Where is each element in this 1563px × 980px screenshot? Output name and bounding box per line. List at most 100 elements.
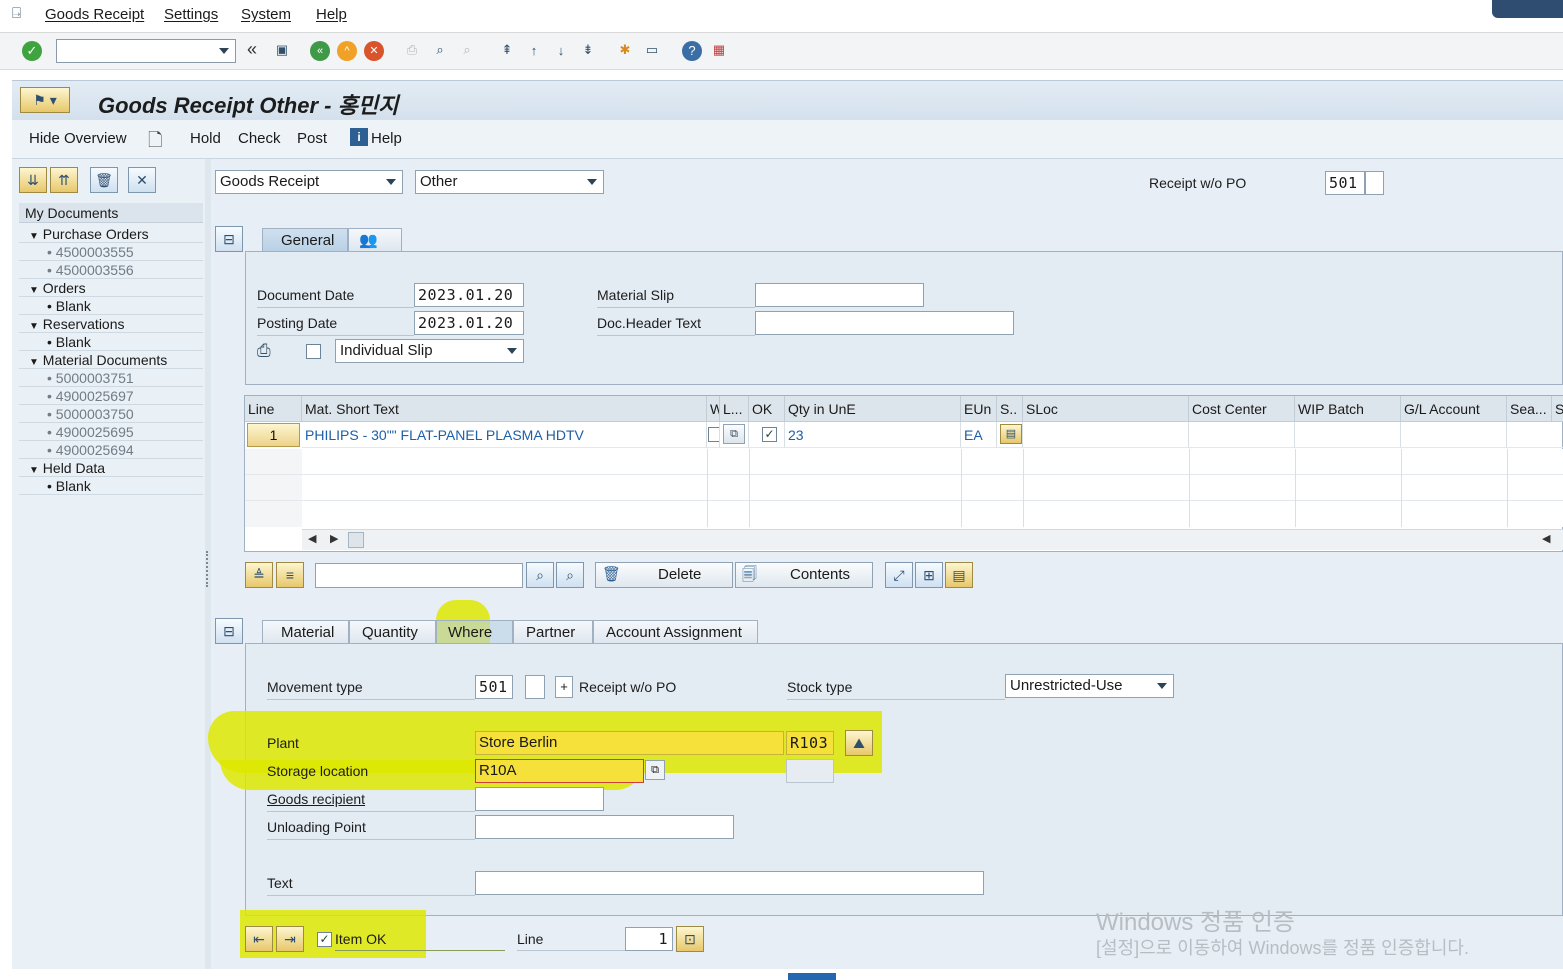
tree-item[interactable]: • 4900025697: [19, 387, 203, 405]
stock-overview-icon[interactable]: ▤: [945, 562, 973, 588]
table-cell[interactable]: [1189, 422, 1295, 448]
scroll-thumb[interactable]: [348, 532, 364, 548]
posting-date-input[interactable]: 2023.01.20: [414, 311, 524, 335]
customize-layout-icon[interactable]: ▦: [709, 40, 729, 60]
close-icon[interactable]: ✕: [128, 167, 156, 193]
go-to-line-icon[interactable]: ⊡: [676, 926, 704, 952]
tree-item[interactable]: • Blank: [19, 477, 203, 495]
tab-material[interactable]: Material: [262, 620, 349, 644]
hierarchy-icon[interactable]: ⊞: [915, 562, 943, 588]
find-next-icon[interactable]: ⌕: [457, 40, 477, 60]
menu-goods-receipt[interactable]: Goods Receipt: [45, 6, 144, 23]
document-date-input[interactable]: 2023.01.20: [414, 283, 524, 307]
next-item-icon[interactable]: ⇥: [276, 926, 304, 952]
plant-details-icon[interactable]: ⛰: [845, 730, 873, 756]
table-row[interactable]: [245, 475, 1563, 501]
new-document-icon[interactable]: 🗋: [148, 128, 162, 158]
last-page-icon[interactable]: ⇟: [578, 40, 598, 60]
back-icon[interactable]: «: [310, 41, 330, 61]
table-cell[interactable]: [707, 422, 720, 448]
menu-system[interactable]: System: [241, 6, 291, 23]
quantity-cell[interactable]: 23: [785, 422, 961, 448]
reference-select[interactable]: Other: [415, 170, 604, 194]
find-next-icon[interactable]: ⌕: [556, 562, 584, 588]
unloading-point-input[interactable]: [475, 815, 734, 839]
double-chevron-left-icon[interactable]: «: [247, 39, 257, 60]
tree-group-material-documents[interactable]: ▼ Material Documents: [19, 351, 203, 369]
column-header[interactable]: G/L Account: [1401, 396, 1507, 422]
row-selector[interactable]: 1: [247, 423, 300, 447]
new-session-icon[interactable]: ✱: [615, 40, 635, 60]
material-slip-input[interactable]: [755, 283, 924, 307]
item-search-input[interactable]: [315, 563, 523, 588]
transaction-select[interactable]: Goods Receipt: [215, 170, 403, 194]
command-field[interactable]: [56, 39, 236, 63]
scroll-end-icon[interactable]: ◀: [1542, 532, 1550, 545]
header-toggle-icon[interactable]: ⊟: [215, 226, 243, 252]
w-checkbox[interactable]: [708, 427, 719, 442]
column-header[interactable]: S: [1552, 396, 1563, 422]
column-header[interactable]: Line: [245, 396, 302, 422]
doc-header-text-input[interactable]: [755, 311, 1014, 335]
enter-icon[interactable]: ✓: [22, 41, 42, 61]
contents-button[interactable]: 🗐 Contents: [735, 562, 873, 588]
column-header[interactable]: W: [707, 396, 720, 422]
info-icon[interactable]: i: [350, 128, 368, 146]
special-stock-input[interactable]: [525, 675, 545, 699]
table-row[interactable]: [245, 501, 1563, 527]
line-number-input[interactable]: 1: [625, 927, 673, 951]
menu-icon[interactable]: ⍈: [12, 5, 21, 22]
column-header[interactable]: Sea...: [1507, 396, 1552, 422]
tree-group-held-data[interactable]: ▼ Held Data: [19, 459, 203, 477]
hide-overview-button[interactable]: Hide Overview: [29, 130, 127, 147]
check-button[interactable]: Check: [238, 130, 281, 147]
tree-item[interactable]: • Blank: [19, 333, 203, 351]
exit-icon[interactable]: ^: [337, 41, 357, 61]
detail-toggle-icon[interactable]: ⊟: [215, 618, 243, 644]
previous-page-icon[interactable]: ↑: [524, 40, 544, 60]
goods-recipient-input[interactable]: [475, 787, 604, 811]
stock-type-select[interactable]: Unrestricted-Use: [1005, 674, 1174, 698]
tab-partner[interactable]: Partner: [513, 620, 593, 644]
tab-quantity[interactable]: Quantity: [349, 620, 436, 644]
tree-group-purchase-orders[interactable]: ▼ Purchase Orders: [19, 225, 203, 243]
save-icon[interactable]: ▣: [272, 40, 292, 60]
print-checkbox[interactable]: [306, 344, 321, 359]
item-text-input[interactable]: [475, 871, 984, 895]
delete-icon[interactable]: 🗑: [90, 167, 118, 193]
first-page-icon[interactable]: ⇞: [497, 40, 517, 60]
find-icon[interactable]: ⌕: [526, 562, 554, 588]
table-cell[interactable]: [1507, 422, 1563, 448]
previous-item-icon[interactable]: ⇤: [245, 926, 273, 952]
tree-group-reservations[interactable]: ▼ Reservations: [19, 315, 203, 333]
menu-settings[interactable]: Settings: [164, 6, 218, 23]
tree-item[interactable]: • 4900025694: [19, 441, 203, 459]
help-button[interactable]: Help: [371, 130, 402, 147]
column-header[interactable]: SLoc: [1023, 396, 1189, 422]
item-ok-checkbox[interactable]: ✓: [317, 932, 332, 947]
special-stock-header-input[interactable]: [1365, 171, 1384, 195]
unit-cell[interactable]: EA: [961, 422, 997, 448]
sloc-cell[interactable]: [1023, 422, 1189, 448]
column-header[interactable]: Qty in UnE: [785, 396, 961, 422]
stock-icon[interactable]: ▤: [1000, 424, 1022, 444]
column-header[interactable]: S..: [997, 396, 1023, 422]
plant-code-field[interactable]: R103: [786, 731, 834, 755]
next-page-icon[interactable]: ↓: [551, 40, 571, 60]
collapse-all-icon[interactable]: ⇈: [50, 167, 78, 193]
column-header[interactable]: Mat. Short Text: [302, 396, 707, 422]
tree-item[interactable]: • Blank: [19, 297, 203, 315]
table-row[interactable]: [245, 449, 1563, 475]
table-cell[interactable]: ▤: [997, 422, 1023, 448]
print-icon[interactable]: ⎙: [402, 40, 422, 60]
select-all-icon[interactable]: ≜: [245, 562, 273, 588]
tree-item[interactable]: • 5000003751: [19, 369, 203, 387]
delete-button[interactable]: 🗑 Delete: [595, 562, 733, 588]
table-cell[interactable]: ✓: [749, 422, 785, 448]
copy-icon[interactable]: ⧉: [723, 424, 745, 444]
goods-recipient-label[interactable]: Goods recipient: [267, 791, 365, 807]
movement-type-input[interactable]: 501: [475, 675, 513, 699]
post-button[interactable]: Post: [297, 130, 327, 147]
help-icon[interactable]: ?: [682, 41, 702, 61]
tree-item[interactable]: • 5000003750: [19, 405, 203, 423]
